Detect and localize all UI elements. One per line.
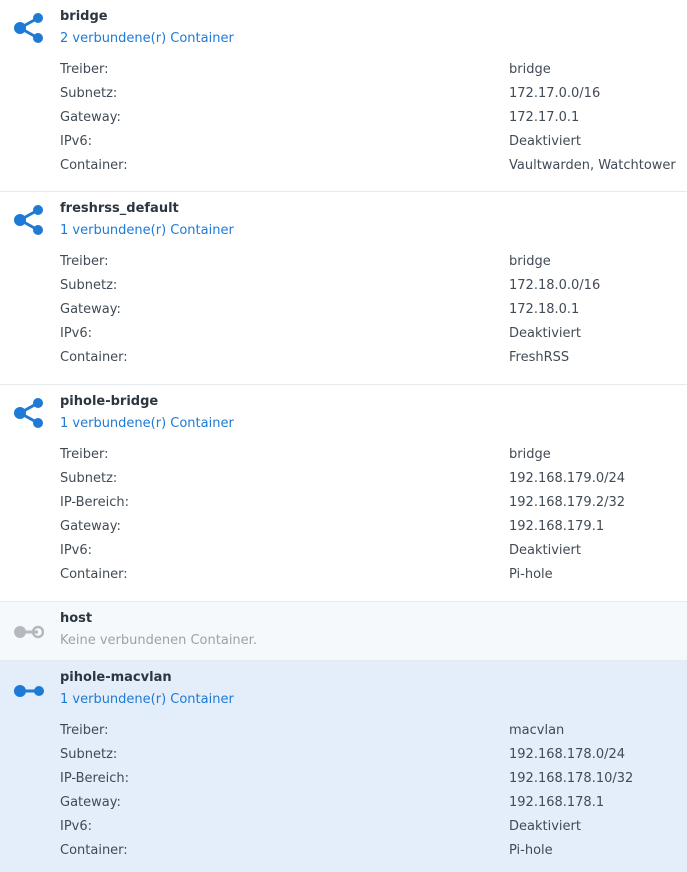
property-row: IPv6: Deaktiviert xyxy=(60,326,687,350)
property-row: IPv6: Deaktiviert xyxy=(60,543,687,567)
property-label: Subnetz: xyxy=(60,747,118,762)
network-properties: Treiber: bridge Subnetz: 192.168.179.0/24 … xyxy=(60,447,687,591)
network-item-host[interactable]: host Keine verbundenen Container. xyxy=(0,602,687,661)
property-row: Subnetz: 192.168.179.0/24 xyxy=(60,471,687,495)
property-value: 192.168.179.0/24 xyxy=(509,471,626,486)
property-row: Container: Vaultwarden, Watchtower xyxy=(60,158,687,182)
network-name: pihole-macvlan xyxy=(60,670,172,685)
property-row: IPv6: Deaktiviert xyxy=(60,819,687,843)
property-value: 192.168.178.10/32 xyxy=(509,771,634,786)
property-label: Gateway: xyxy=(60,519,121,534)
connected-containers-link[interactable]: 2 verbundene(r) Container xyxy=(60,31,234,46)
property-label: Subnetz: xyxy=(60,278,118,293)
property-value: 192.168.179.2/32 xyxy=(509,495,626,510)
property-label: Treiber: xyxy=(60,62,109,77)
network-item-freshrss-default[interactable]: freshrss_default 1 verbundene(r) Contain… xyxy=(0,192,687,385)
property-row: Gateway: 192.168.179.1 xyxy=(60,519,687,543)
network-item-bridge[interactable]: bridge 2 verbundene(r) Container Treiber… xyxy=(0,0,687,192)
property-value: 172.18.0.0/16 xyxy=(509,278,601,293)
property-row: Container: FreshRSS xyxy=(60,350,687,374)
property-label: Subnetz: xyxy=(60,471,118,486)
network-name: freshrss_default xyxy=(60,201,179,216)
property-value: Pi-hole xyxy=(509,843,553,858)
connected-containers-link[interactable]: 1 verbundene(r) Container xyxy=(60,692,234,707)
network-list: bridge 2 verbundene(r) Container Treiber… xyxy=(0,0,687,872)
property-value: FreshRSS xyxy=(509,350,570,365)
property-row: Subnetz: 192.168.178.0/24 xyxy=(60,747,687,771)
property-value: Deaktiviert xyxy=(509,819,581,834)
property-row: Gateway: 172.17.0.1 xyxy=(60,110,687,134)
property-row: IP-Bereich: 192.168.178.10/32 xyxy=(60,771,687,795)
property-value: 192.168.179.1 xyxy=(509,519,605,534)
property-row: Subnetz: 172.17.0.0/16 xyxy=(60,86,687,110)
property-label: Container: xyxy=(60,843,128,858)
property-value: 172.18.0.1 xyxy=(509,302,580,317)
host-link-icon xyxy=(14,625,44,639)
property-value: Deaktiviert xyxy=(509,134,581,149)
property-row: Subnetz: 172.18.0.0/16 xyxy=(60,278,687,302)
network-properties: Treiber: macvlan Subnetz: 192.168.178.0/24… xyxy=(60,723,687,867)
property-label: IPv6: xyxy=(60,134,93,149)
property-label: Gateway: xyxy=(60,302,121,317)
property-label: Subnetz: xyxy=(60,86,118,101)
macvlan-link-icon xyxy=(14,685,44,697)
network-item-pihole-bridge[interactable]: pihole-bridge 1 verbundene(r) Container … xyxy=(0,385,687,602)
property-value: 172.17.0.0/16 xyxy=(509,86,601,101)
connected-containers-link[interactable]: 1 verbundene(r) Container xyxy=(60,416,234,431)
property-row: Treiber: bridge xyxy=(60,447,687,471)
property-value: Pi-hole xyxy=(509,567,553,582)
property-label: Container: xyxy=(60,567,128,582)
property-value: Deaktiviert xyxy=(509,543,581,558)
network-name: host xyxy=(60,611,93,626)
property-row: Container: Pi-hole xyxy=(60,567,687,591)
network-name: bridge xyxy=(60,9,108,24)
property-label: Treiber: xyxy=(60,447,109,462)
property-value: macvlan xyxy=(509,723,565,738)
property-row: Treiber: bridge xyxy=(60,254,687,278)
property-label: IP-Bereich: xyxy=(60,495,129,510)
property-row: Treiber: bridge xyxy=(60,62,687,86)
property-row: Gateway: 172.18.0.1 xyxy=(60,302,687,326)
connected-containers-link[interactable]: 1 verbundene(r) Container xyxy=(60,223,234,238)
no-containers-text: Keine verbundenen Container. xyxy=(60,633,257,648)
property-label: IP-Bereich: xyxy=(60,771,129,786)
network-properties: Treiber: bridge Subnetz: 172.18.0.0/16 Gat… xyxy=(60,254,687,374)
property-label: Gateway: xyxy=(60,795,121,810)
property-label: IPv6: xyxy=(60,543,93,558)
property-value: Deaktiviert xyxy=(509,326,581,341)
property-value: bridge xyxy=(509,62,551,77)
share-network-icon xyxy=(14,13,43,43)
property-row: Gateway: 192.168.178.1 xyxy=(60,795,687,819)
property-row: Container: Pi-hole xyxy=(60,843,687,867)
property-value: 172.17.0.1 xyxy=(509,110,580,125)
property-row: Treiber: macvlan xyxy=(60,723,687,747)
property-value: 192.168.178.0/24 xyxy=(509,747,626,762)
property-row: IPv6: Deaktiviert xyxy=(60,134,687,158)
property-row: IP-Bereich: 192.168.179.2/32 xyxy=(60,495,687,519)
share-network-icon xyxy=(14,398,43,428)
property-value: bridge xyxy=(509,447,551,462)
property-label: Container: xyxy=(60,158,128,173)
property-value: Vaultwarden, Watchtower xyxy=(509,158,676,173)
property-value: 192.168.178.1 xyxy=(509,795,605,810)
property-value: bridge xyxy=(509,254,551,269)
network-name: pihole-bridge xyxy=(60,394,159,409)
property-label: Gateway: xyxy=(60,110,121,125)
property-label: Container: xyxy=(60,350,128,365)
property-label: IPv6: xyxy=(60,326,93,341)
property-label: IPv6: xyxy=(60,819,93,834)
network-item-pihole-macvlan[interactable]: pihole-macvlan 1 verbundene(r) Container… xyxy=(0,661,687,872)
network-properties: Treiber: bridge Subnetz: 172.17.0.0/16 Gat… xyxy=(60,62,687,182)
share-network-icon xyxy=(14,205,43,235)
property-label: Treiber: xyxy=(60,723,109,738)
property-label: Treiber: xyxy=(60,254,109,269)
